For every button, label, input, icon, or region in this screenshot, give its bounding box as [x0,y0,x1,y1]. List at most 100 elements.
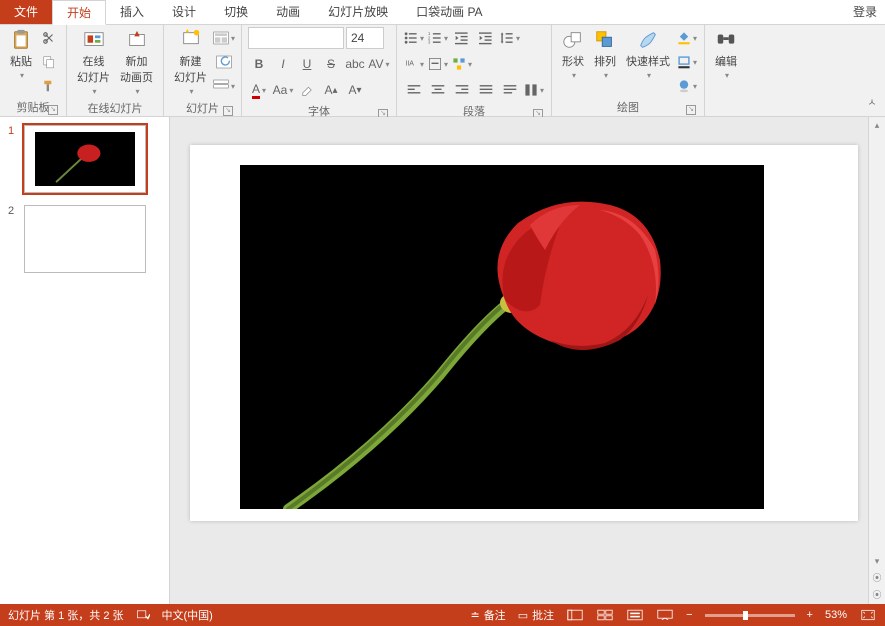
align-right-button[interactable] [451,79,473,101]
slide-image[interactable] [240,165,764,509]
bold-button[interactable]: B [248,53,270,75]
tab-pocket[interactable]: 口袋动画 PA [402,0,496,24]
line-spacing-button[interactable] [499,27,521,49]
tab-slideshow[interactable]: 幻灯片放映 [314,0,402,24]
shapes-icon [562,29,584,51]
scroll-down-button[interactable]: ▾ [869,553,885,570]
thumbnail-item[interactable]: 1 [8,125,161,193]
next-slide-button[interactable]: ⦿ [869,587,885,604]
collapse-ribbon-button[interactable]: ㅅ [861,90,883,112]
shapes-button[interactable]: 形状 [558,27,588,82]
strikethrough-button[interactable]: S [320,53,342,75]
align-left-icon [407,83,421,97]
tab-transitions[interactable]: 切换 [210,0,262,24]
columns-button[interactable] [523,79,545,101]
group-paragraph: 123 IIA [397,25,552,116]
justify-icon [479,83,493,97]
language-button[interactable]: 中文(中国) [162,607,213,623]
normal-view-button[interactable] [566,608,584,622]
underline-button[interactable]: U [296,53,318,75]
sorter-view-button[interactable] [596,608,614,622]
tab-file[interactable]: 文件 [0,0,52,24]
clipboard-launcher[interactable]: ↘ [48,105,58,115]
numbering-button[interactable]: 123 [427,27,449,49]
shadow-button[interactable]: abc [344,53,366,75]
smartart-button[interactable] [451,53,473,75]
group-label-slides: 幻灯片↘ [170,98,235,118]
zoom-in-button[interactable]: + [807,609,813,621]
clear-format-button[interactable] [296,79,318,101]
tab-animations[interactable]: 动画 [262,0,314,24]
font-family-select[interactable] [248,27,344,49]
distribute-button[interactable] [499,79,521,101]
zoom-level[interactable]: 53% [825,609,847,621]
text-direction-button[interactable]: IIA [403,53,425,75]
arrange-button[interactable]: 排列 [590,27,620,82]
reset-icon [216,55,232,69]
zoom-slider-thumb[interactable] [743,611,748,620]
align-text-button[interactable] [427,53,449,75]
tab-design[interactable]: 设计 [158,0,210,24]
align-center-icon [431,83,445,97]
notes-icon: ≐ [470,609,479,622]
current-slide[interactable] [190,145,858,521]
tab-home[interactable]: 开始 [52,0,106,25]
cut-button[interactable] [38,27,60,49]
paste-button[interactable]: 粘贴 [6,27,36,82]
copy-button[interactable] [38,51,60,73]
layout-button[interactable] [213,27,235,49]
new-slide-icon [180,29,202,51]
shape-fill-button[interactable] [676,27,698,49]
comments-button[interactable]: ▭ 批注 [518,607,554,623]
increase-indent-button[interactable] [475,27,497,49]
italic-button[interactable]: I [272,53,294,75]
section-button[interactable] [213,75,235,97]
prev-slide-button[interactable]: ⦿ [869,570,885,587]
distribute-icon [503,83,517,97]
thumbnail-item[interactable]: 2 [8,205,161,273]
thumbnail-preview[interactable] [24,205,146,273]
slideshow-icon [657,609,673,621]
bullets-button[interactable] [403,27,425,49]
font-size-select[interactable] [346,27,384,49]
notes-button[interactable]: ≐ 备注 [470,607,505,623]
shrink-font-button[interactable]: A▾ [344,79,366,101]
decrease-indent-button[interactable] [451,27,473,49]
find-button[interactable]: 编辑 [711,27,741,82]
scroll-track[interactable] [869,134,885,553]
slide-canvas[interactable] [170,117,868,604]
reset-button[interactable] [213,51,235,73]
tab-insert[interactable]: 插入 [106,0,158,24]
login-link[interactable]: 登录 [845,0,885,24]
vertical-scrollbar[interactable]: ▴ ▾ ⦿ ⦿ [868,117,885,604]
spellcheck-button[interactable] [136,609,150,621]
align-center-button[interactable] [427,79,449,101]
zoom-out-button[interactable]: − [686,609,692,621]
grow-font-button[interactable]: A▴ [320,79,342,101]
align-left-button[interactable] [403,79,425,101]
shape-effects-button[interactable] [676,75,698,97]
char-spacing-button[interactable]: AV [368,53,390,75]
new-anim-label: 新加 动画页 [120,53,153,85]
scroll-up-button[interactable]: ▴ [869,117,885,134]
quick-styles-button[interactable]: 快速样式 [622,27,674,82]
new-anim-page-button[interactable]: 新加 动画页 [116,27,157,98]
drawing-launcher[interactable]: ↘ [686,105,696,115]
new-slide-button[interactable]: 新建 幻灯片 [170,27,211,98]
shape-outline-button[interactable] [676,51,698,73]
tulip-image [240,165,764,509]
slides-launcher[interactable]: ↘ [223,106,233,116]
paste-label: 粘贴 [10,53,32,69]
online-slides-button[interactable]: 在线 幻灯片 [73,27,114,98]
arrange-label: 排列 [594,53,616,69]
thumbnail-preview[interactable] [24,125,146,193]
justify-button[interactable] [475,79,497,101]
fit-window-button[interactable] [859,608,877,622]
font-color-button[interactable]: A [248,79,270,101]
zoom-slider[interactable] [705,614,795,617]
reading-view-button[interactable] [626,608,644,622]
slideshow-view-button[interactable] [656,608,674,622]
format-painter-button[interactable] [38,75,60,97]
change-case-button[interactable]: Aa [272,79,294,101]
slide-counter[interactable]: 幻灯片 第 1 张，共 2 张 [8,607,124,623]
